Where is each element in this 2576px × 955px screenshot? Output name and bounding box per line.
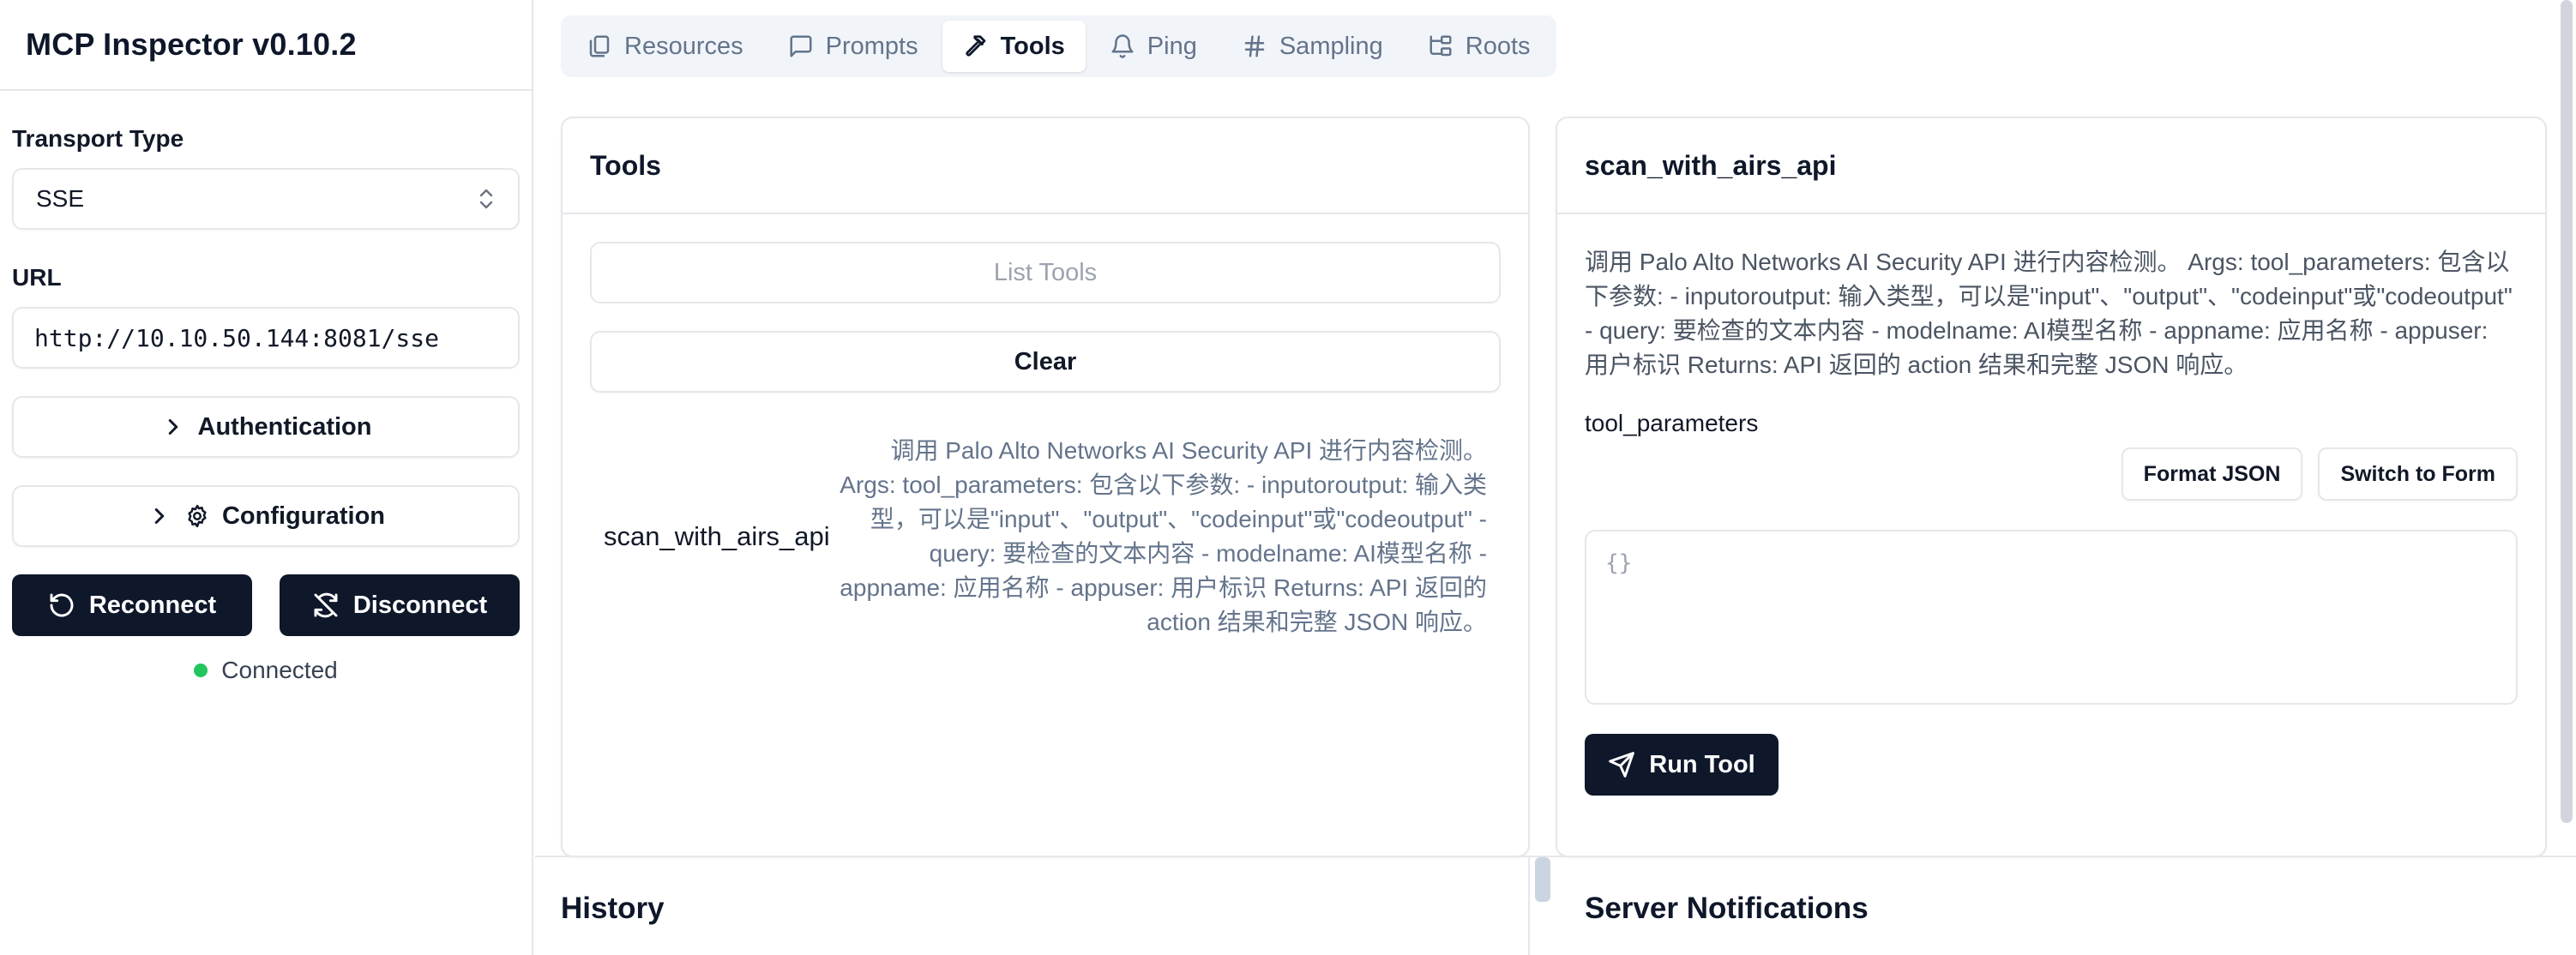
connection-status: Connected xyxy=(12,657,520,684)
tab-label: Sampling xyxy=(1279,32,1383,60)
json-placeholder: {} xyxy=(1605,550,1633,576)
tab-resources[interactable]: Resources xyxy=(566,21,764,72)
sidebar: MCP Inspector v0.10.2 Transport Type SSE… xyxy=(0,0,533,955)
connection-actions: Reconnect Disconnect xyxy=(12,574,520,636)
refresh-off-icon xyxy=(314,592,338,618)
transport-type-value: SSE xyxy=(36,185,85,212)
chevron-right-icon xyxy=(168,419,178,435)
tab-label: Resources xyxy=(624,32,743,60)
url-label: URL xyxy=(12,264,62,291)
status-dot xyxy=(194,664,208,677)
authentication-button[interactable]: Authentication xyxy=(12,396,520,458)
tool-detail-title: scan_with_airs_api xyxy=(1557,118,2545,214)
tools-panel: Tools List Tools Clear scan_with_airs_ap… xyxy=(561,117,1530,857)
tools-panel-title: Tools xyxy=(563,118,1528,214)
tools-panel-body: List Tools Clear scan_with_airs_api 调用 P… xyxy=(563,214,1528,667)
tab-label: Prompts xyxy=(825,32,918,60)
tool-detail-body: 调用 Palo Alto Networks AI Security API 进行… xyxy=(1557,214,2545,826)
bell-icon xyxy=(1111,34,1134,58)
url-input[interactable]: http://10.10.50.144:8081/sse xyxy=(12,307,520,369)
format-json-button[interactable]: Format JSON xyxy=(2121,447,2303,501)
tool-name: scan_with_airs_api xyxy=(604,521,830,551)
tab-prompts[interactable]: Prompts xyxy=(767,21,939,72)
json-input[interactable]: {} xyxy=(1585,530,2518,705)
hash-icon xyxy=(1244,35,1265,57)
main-area: Resources Prompts Tools Ping Sampling Ro… xyxy=(535,0,2576,955)
param-actions: Format JSON Switch to Form xyxy=(1585,447,2518,501)
run-tool-label: Run Tool xyxy=(1649,750,1755,778)
gear-icon xyxy=(188,504,207,528)
param-label: tool_parameters xyxy=(1585,410,1759,436)
transport-type-select[interactable]: SSE xyxy=(12,168,520,230)
tool-list-item[interactable]: scan_with_airs_api 调用 Palo Alto Networks… xyxy=(590,434,1501,640)
history-title: History xyxy=(561,892,665,925)
rotate-ccw-icon xyxy=(50,593,74,617)
configuration-button[interactable]: Configuration xyxy=(12,485,520,547)
tab-ping[interactable]: Ping xyxy=(1089,21,1218,72)
folder-tree-icon xyxy=(1429,35,1452,57)
scrollbar[interactable] xyxy=(2561,0,2573,823)
tool-detail-description: 调用 Palo Alto Networks AI Security API 进行… xyxy=(1585,249,2513,378)
tab-roots[interactable]: Roots xyxy=(1407,21,1551,72)
tab-label: Roots xyxy=(1465,32,1531,60)
reconnect-button[interactable]: Reconnect xyxy=(12,574,252,636)
tab-bar: Resources Prompts Tools Ping Sampling Ro… xyxy=(561,15,1556,77)
tab-tools[interactable]: Tools xyxy=(942,21,1086,72)
hammer-icon xyxy=(966,35,985,57)
authentication-label: Authentication xyxy=(197,412,372,441)
tool-detail-panel: scan_with_airs_api 调用 Palo Alto Networks… xyxy=(1556,117,2547,857)
tab-label: Ping xyxy=(1147,32,1197,60)
send-icon xyxy=(1609,752,1635,778)
status-text: Connected xyxy=(221,657,338,683)
switch-to-form-button[interactable]: Switch to Form xyxy=(2318,447,2518,501)
reconnect-label: Reconnect xyxy=(88,591,217,619)
list-tools-button[interactable]: List Tools xyxy=(590,242,1501,303)
server-notifications-title: Server Notifications xyxy=(1585,892,1869,925)
history-pane xyxy=(535,857,1530,955)
tab-label: Tools xyxy=(1000,32,1065,60)
url-value: http://10.10.50.144:8081/sse xyxy=(34,323,440,352)
app-title: MCP Inspector v0.10.2 xyxy=(26,27,357,62)
files-icon xyxy=(589,35,610,57)
transport-type-label: Transport Type xyxy=(12,125,184,152)
clear-button[interactable]: Clear xyxy=(590,331,1501,393)
run-tool-button[interactable]: Run Tool xyxy=(1585,734,1779,796)
configuration-label: Configuration xyxy=(221,502,386,530)
tab-sampling[interactable]: Sampling xyxy=(1221,21,1404,72)
sidebar-header: MCP Inspector v0.10.2 xyxy=(0,0,532,91)
resize-handle[interactable] xyxy=(1535,857,1550,902)
message-square-icon xyxy=(790,35,812,57)
tool-description: 调用 Palo Alto Networks AI Security API 进行… xyxy=(840,437,1487,635)
connection-settings: Transport Type SSE URL http://10.10.50.1… xyxy=(0,125,532,684)
chevrons-up-down-icon xyxy=(479,189,493,209)
chevron-right-icon xyxy=(154,508,165,524)
disconnect-label: Disconnect xyxy=(352,591,488,619)
disconnect-button[interactable]: Disconnect xyxy=(280,574,520,636)
